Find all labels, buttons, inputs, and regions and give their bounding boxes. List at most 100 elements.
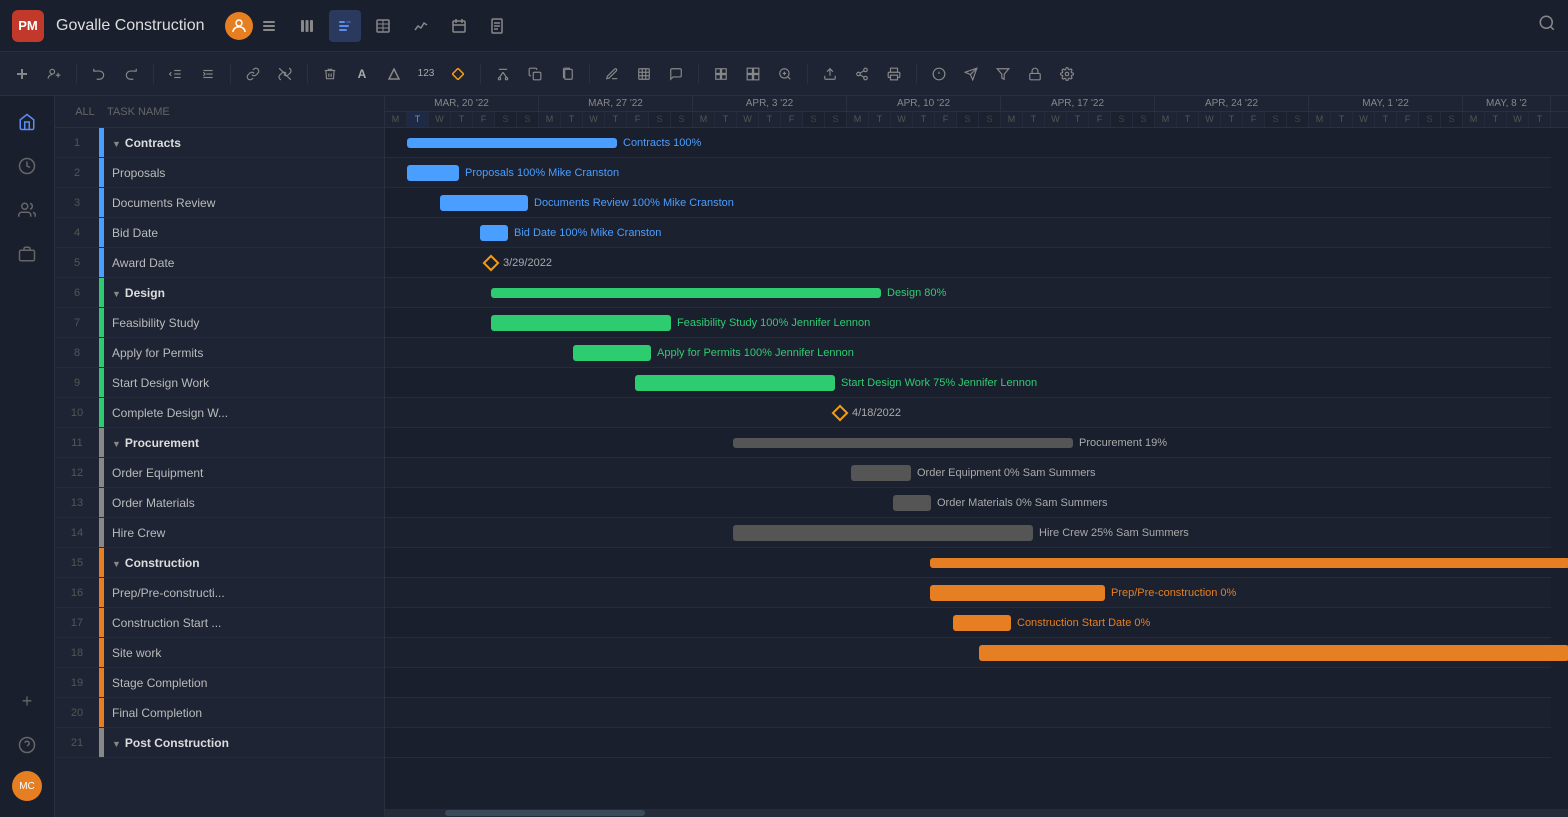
scrollbar-thumb[interactable]: [445, 810, 645, 816]
gantt-body[interactable]: Contracts 100%Proposals 100% Mike Cranst…: [385, 128, 1568, 809]
gantt-bar[interactable]: [953, 615, 1011, 631]
horizontal-scrollbar[interactable]: [385, 809, 1568, 817]
task-row[interactable]: 13Order Materials: [55, 488, 384, 518]
number-button[interactable]: 123: [412, 60, 440, 88]
export-button[interactable]: [816, 60, 844, 88]
sidebar-add-icon[interactable]: +: [9, 683, 45, 719]
app-logo[interactable]: PM: [12, 10, 44, 42]
task-row[interactable]: 19Stage Completion: [55, 668, 384, 698]
sidebar-help-icon[interactable]: [9, 727, 45, 763]
task-row[interactable]: 10Complete Design W...: [55, 398, 384, 428]
shape-button[interactable]: [380, 60, 408, 88]
delete-button[interactable]: [316, 60, 344, 88]
indent-button[interactable]: [194, 60, 222, 88]
text-color-button[interactable]: A: [348, 60, 376, 88]
search-icon[interactable]: [1538, 14, 1556, 37]
task-row[interactable]: 16Prep/Pre-constructi...: [55, 578, 384, 608]
chat-button[interactable]: [662, 60, 690, 88]
gantt-view-icon[interactable]: [329, 10, 361, 42]
row-number: 12: [55, 467, 99, 479]
sidebar-home-icon[interactable]: [9, 104, 45, 140]
gantt-bar[interactable]: [407, 138, 617, 148]
gantt-bar[interactable]: [491, 315, 671, 331]
task-row[interactable]: 5Award Date: [55, 248, 384, 278]
gantt-bar[interactable]: [573, 345, 651, 361]
milestone-diamond: [483, 254, 500, 271]
task-row[interactable]: 6▼Design: [55, 278, 384, 308]
lock-button[interactable]: [1021, 60, 1049, 88]
filter-button[interactable]: [989, 60, 1017, 88]
chart-view-icon[interactable]: [405, 10, 437, 42]
table-view-icon[interactable]: [367, 10, 399, 42]
gantt-bar[interactable]: [407, 165, 459, 181]
task-row[interactable]: 18Site work: [55, 638, 384, 668]
task-name: ▼Construction: [104, 556, 384, 570]
paste-button[interactable]: [553, 60, 581, 88]
gantt-bar[interactable]: [893, 495, 931, 511]
task-row[interactable]: 3Documents Review: [55, 188, 384, 218]
gantt-day-label: T: [1067, 112, 1089, 127]
grid-view-button[interactable]: [739, 60, 767, 88]
task-row[interactable]: 8Apply for Permits: [55, 338, 384, 368]
gantt-bar[interactable]: [930, 558, 1568, 568]
task-row[interactable]: 12Order Equipment: [55, 458, 384, 488]
redo-button[interactable]: [117, 60, 145, 88]
sidebar-user-avatar[interactable]: MC: [12, 771, 42, 801]
docs-view-icon[interactable]: [481, 10, 513, 42]
task-row[interactable]: 11▼Procurement: [55, 428, 384, 458]
milestone-button[interactable]: [444, 60, 472, 88]
task-name: Proposals: [104, 166, 384, 180]
link-button[interactable]: [239, 60, 267, 88]
info-button[interactable]: [925, 60, 953, 88]
task-row[interactable]: 7Feasibility Study: [55, 308, 384, 338]
draw-button[interactable]: [598, 60, 626, 88]
gantt-bar[interactable]: [440, 195, 528, 211]
outdent-button[interactable]: [162, 60, 190, 88]
gantt-day-label: F: [1089, 112, 1111, 127]
task-row[interactable]: 1▼Contracts: [55, 128, 384, 158]
sidebar-time-icon[interactable]: [9, 148, 45, 184]
send-button[interactable]: [957, 60, 985, 88]
zoom-in-button[interactable]: [771, 60, 799, 88]
add-person-button[interactable]: [40, 60, 68, 88]
print-button[interactable]: [880, 60, 908, 88]
task-row[interactable]: 9Start Design Work: [55, 368, 384, 398]
add-button[interactable]: [8, 60, 36, 88]
list-view-icon[interactable]: [253, 10, 285, 42]
row-number: 17: [55, 617, 99, 629]
expand-rows-button[interactable]: [707, 60, 735, 88]
row-number: 19: [55, 677, 99, 689]
cut-button[interactable]: [489, 60, 517, 88]
task-row[interactable]: 4Bid Date: [55, 218, 384, 248]
gantt-bar[interactable]: [491, 288, 881, 298]
task-row[interactable]: 2Proposals: [55, 158, 384, 188]
calendar-view-icon[interactable]: [443, 10, 475, 42]
share-button[interactable]: [848, 60, 876, 88]
gantt-bar[interactable]: [979, 645, 1568, 661]
sidebar-briefcase-icon[interactable]: [9, 236, 45, 272]
undo-button[interactable]: [85, 60, 113, 88]
row-number: 11: [55, 437, 99, 449]
columns-view-icon[interactable]: [291, 10, 323, 42]
gantt-bar[interactable]: [930, 585, 1105, 601]
copy-button[interactable]: [521, 60, 549, 88]
gantt-bar[interactable]: [480, 225, 508, 241]
task-row[interactable]: 14Hire Crew: [55, 518, 384, 548]
task-row[interactable]: 17Construction Start ...: [55, 608, 384, 638]
gantt-bar-label: Design 80%: [887, 287, 946, 299]
settings-button[interactable]: [1053, 60, 1081, 88]
unlink-button[interactable]: [271, 60, 299, 88]
task-row[interactable]: 21▼Post Construction: [55, 728, 384, 758]
task-row[interactable]: 20Final Completion: [55, 698, 384, 728]
gantt-bar[interactable]: [851, 465, 911, 481]
task-row[interactable]: 15▼Construction: [55, 548, 384, 578]
gantt-day-label: T: [1529, 112, 1551, 127]
gantt-task-row: [385, 668, 1551, 698]
table-button[interactable]: [630, 60, 658, 88]
user-avatar[interactable]: [225, 12, 253, 40]
gantt-day-label: M: [847, 112, 869, 127]
gantt-bar[interactable]: [635, 375, 835, 391]
gantt-bar[interactable]: [733, 438, 1073, 448]
sidebar-people-icon[interactable]: [9, 192, 45, 228]
gantt-bar[interactable]: [733, 525, 1033, 541]
